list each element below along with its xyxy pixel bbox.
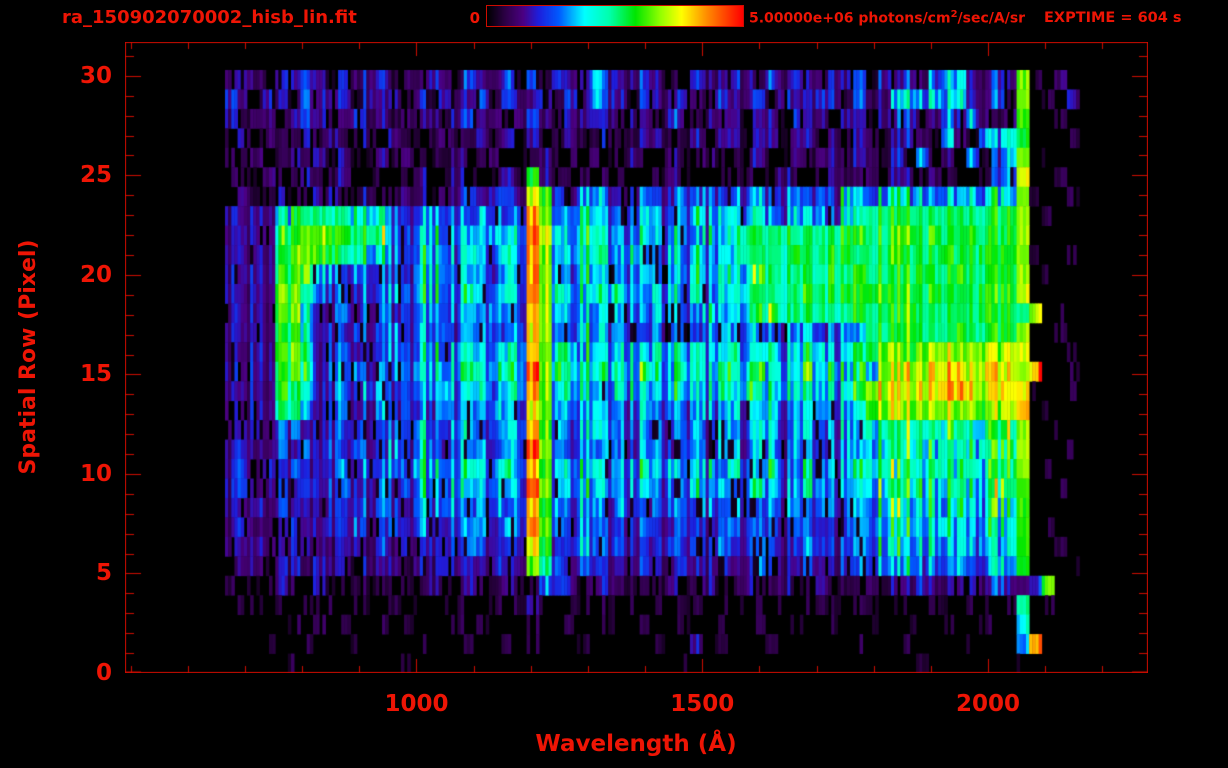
y-axis-title: Spatial Row (Pixel): [16, 239, 41, 475]
x-axis-title: Wavelength (Å): [535, 731, 737, 757]
spectral-image-canvas: [125, 42, 1148, 673]
colorbar-max-label: 5.00000e+06 photons/cm2/sec/A/sr: [749, 9, 1025, 27]
colorbar-min-label: 0: [469, 9, 480, 27]
y-tick-label: 0: [95, 660, 112, 686]
spectral-viewer: ra_150902070002_hisb_lin.fit 0 5.00000e+…: [0, 0, 1228, 768]
colorbar-max-value: 5.00000e+06 photons/cm: [749, 10, 951, 27]
x-tick-label: 1000: [384, 691, 449, 717]
file-title: ra_150902070002_hisb_lin.fit: [62, 7, 357, 28]
y-tick-label: 10: [79, 460, 112, 487]
colorbar: [486, 5, 744, 27]
x-tick-label: 2000: [955, 691, 1020, 717]
x-tick-label: 1500: [670, 691, 735, 717]
superscript-2: 2: [950, 9, 958, 20]
colorbar-max-units: /sec/A/sr: [957, 10, 1026, 27]
y-tick-label: 5: [95, 560, 112, 587]
y-tick-label: 30: [79, 62, 112, 89]
y-tick-label: 25: [79, 162, 112, 189]
exptime-label: EXPTIME = 604 s: [1044, 10, 1182, 26]
y-tick-label: 20: [79, 261, 112, 288]
y-tick-label: 15: [79, 361, 112, 388]
